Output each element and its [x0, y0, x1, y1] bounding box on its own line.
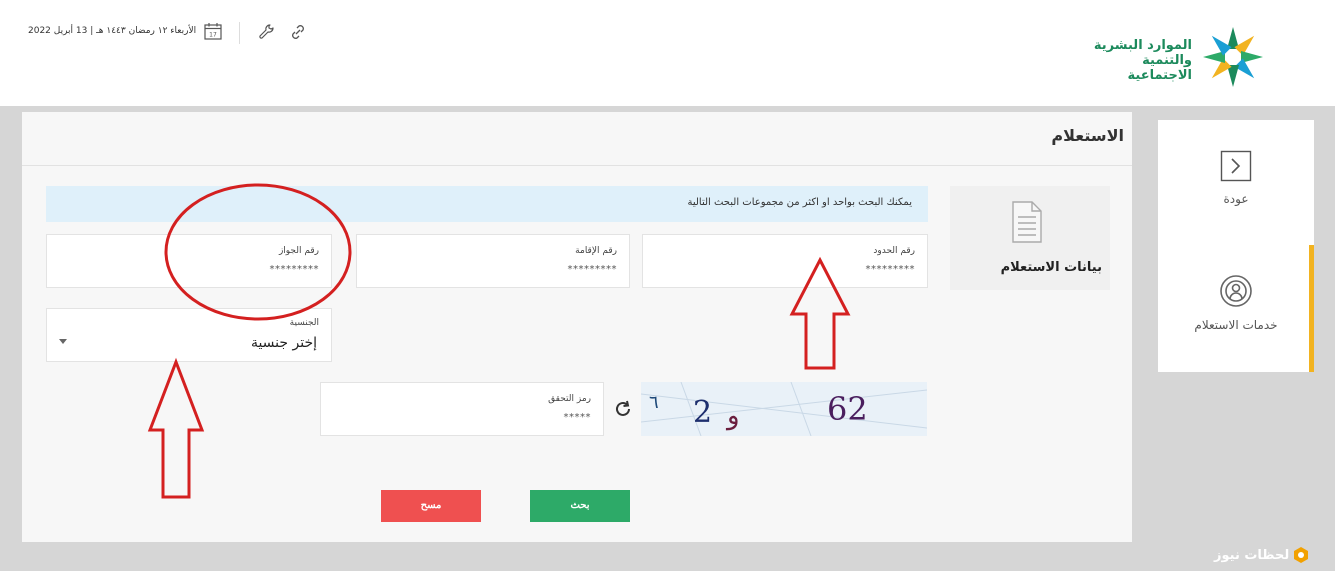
- watermark-text: لحظات نيوز: [1214, 547, 1290, 563]
- watermark: لحظات نيوز: [1214, 543, 1334, 567]
- annotation-ellipse: [164, 183, 352, 321]
- annotation-arrow-nationality: [147, 357, 205, 499]
- annotation-arrow-border: [789, 256, 851, 370]
- watermark-logo-icon: [1294, 547, 1309, 563]
- annotation-overlay: [147, 183, 851, 499]
